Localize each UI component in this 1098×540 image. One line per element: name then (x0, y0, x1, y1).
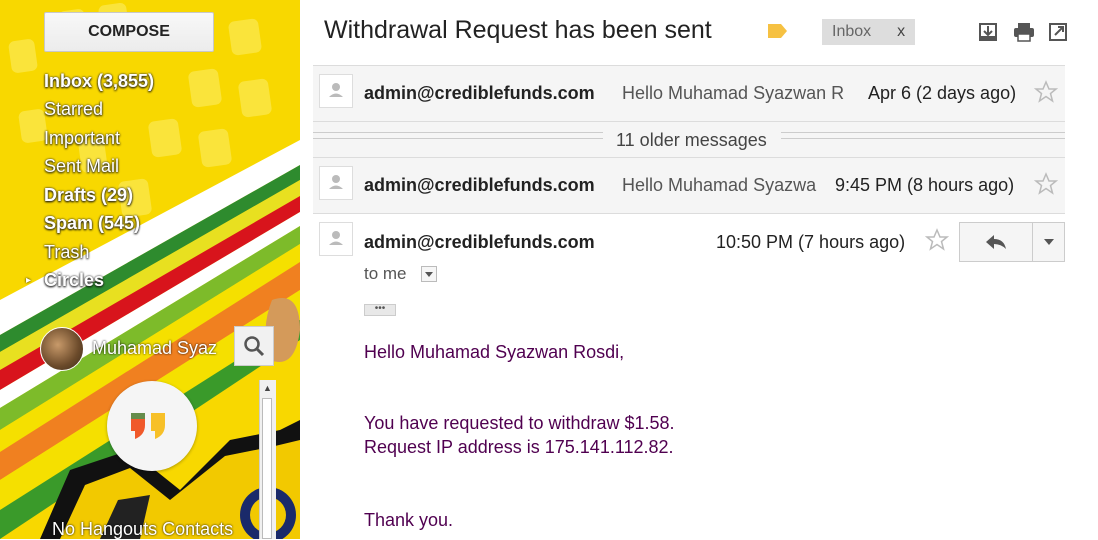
sender-email: admin@crediblefunds.com (364, 83, 595, 103)
sender-avatar (319, 222, 353, 256)
star-icon[interactable] (1034, 80, 1058, 104)
chevron-down-icon (425, 272, 433, 277)
expand-arrow-icon[interactable]: ▸ (26, 275, 31, 286)
show-trimmed-content-button[interactable]: ••• (364, 304, 396, 316)
nav-spam[interactable]: Spam (545) (44, 213, 140, 234)
left-sidebar: COMPOSE Inbox (3,855) Starred Important … (0, 0, 300, 539)
hangouts-scrollbar[interactable]: ▲ (259, 380, 276, 539)
hangouts-logo (107, 381, 197, 471)
new-window-icon[interactable] (1048, 22, 1068, 42)
body-line: You have requested to withdraw $1.58. (364, 413, 675, 433)
nav-trash[interactable]: Trash (44, 242, 89, 263)
hangouts-user-name[interactable]: Muhamad Syaz (92, 338, 217, 359)
nav-starred[interactable]: Starred (44, 99, 103, 120)
show-details-button[interactable] (421, 266, 437, 282)
no-hangouts-text: No Hangouts Contacts (52, 519, 234, 539)
sender-email[interactable]: admin@crediblefunds.com (364, 232, 595, 253)
body-greeting: Hello Muhamad Syazwan Rosdi, (364, 342, 625, 362)
nav-circles[interactable]: Circles (44, 270, 104, 291)
remove-label-button[interactable]: x (897, 23, 905, 41)
sender-avatar (319, 166, 353, 200)
older-messages-link[interactable]: 11 older messages (608, 130, 775, 151)
label-icon[interactable] (766, 23, 788, 39)
scroll-up-icon[interactable]: ▲ (263, 383, 272, 393)
reply-icon (986, 235, 1006, 249)
message-snippet: Hello Muhamad Syazwan R (622, 83, 845, 103)
message-date: 10:50 PM (7 hours ago) (716, 232, 906, 252)
label-chip-text: Inbox (832, 23, 872, 40)
mail-pane: Withdrawal Request has been sent Inbox x… (300, 0, 1098, 540)
sender-avatar (319, 74, 353, 108)
collapsed-message[interactable]: admin@crediblefunds.com Hello Muhamad Sy… (313, 65, 1065, 121)
person-icon (329, 231, 343, 245)
message-date: Apr 6 (2 days ago) (868, 83, 1017, 103)
star-icon[interactable] (1034, 172, 1058, 196)
print-icon[interactable] (1013, 22, 1035, 42)
scrollbar-thumb[interactable] (262, 398, 272, 539)
recipient-summary: to me (364, 264, 407, 283)
divider (313, 132, 603, 139)
nav-inbox[interactable]: Inbox (3,855) (44, 71, 154, 92)
reply-button-group (959, 222, 1065, 262)
search-icon (244, 336, 265, 357)
reply-button[interactable] (960, 223, 1033, 261)
hangouts-icon (131, 413, 165, 439)
person-icon (329, 175, 343, 189)
star-icon[interactable] (925, 228, 949, 252)
body-line: Request IP address is 175.141.112.82. (364, 437, 674, 457)
older-messages-bar[interactable]: 11 older messages (313, 121, 1065, 159)
sender-email: admin@crediblefunds.com (364, 175, 595, 195)
open-message: admin@crediblefunds.com 10:50 PM (7 hour… (313, 213, 1065, 540)
hangouts-search-button[interactable] (234, 326, 274, 366)
message-snippet: Hello Muhamad Syazwa (622, 175, 817, 195)
divider (781, 132, 1065, 139)
collapsed-message[interactable]: admin@crediblefunds.com Hello Muhamad Sy… (313, 157, 1065, 213)
thread-subject: Withdrawal Request has been sent (324, 16, 712, 44)
inbox-label-chip[interactable]: Inbox x (822, 19, 916, 45)
avatar[interactable] (40, 327, 84, 371)
nav-sent-mail[interactable]: Sent Mail (44, 156, 119, 177)
dropdown-icon (1043, 239, 1054, 245)
download-icon[interactable] (978, 22, 998, 42)
compose-button[interactable]: COMPOSE (44, 12, 214, 52)
person-icon (329, 83, 343, 97)
nav-important[interactable]: Important (44, 128, 120, 149)
message-date: 9:45 PM (8 hours ago) (835, 175, 1015, 195)
body-signoff: Thank you. (364, 510, 454, 530)
nav-drafts[interactable]: Drafts (29) (44, 185, 133, 206)
more-actions-button[interactable] (1033, 223, 1064, 261)
hangouts-user-bar: Muhamad Syaz (40, 323, 300, 377)
